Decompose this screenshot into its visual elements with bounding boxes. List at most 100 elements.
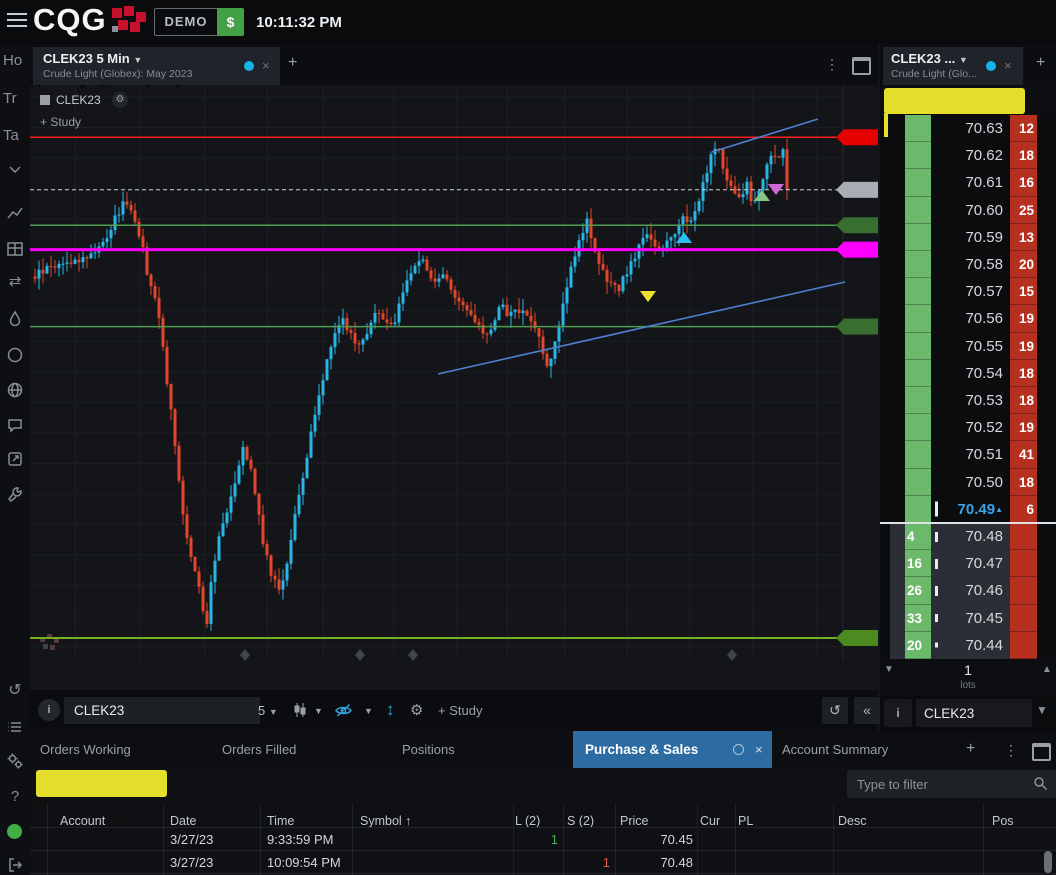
kebab-menu-icon[interactable]: ⋮ <box>825 56 839 73</box>
add-tab-button[interactable]: + <box>288 54 297 72</box>
chevron-down-icon[interactable] <box>6 160 24 178</box>
dom-bid-cell[interactable] <box>905 496 931 523</box>
table-scrollbar-thumb[interactable] <box>1044 851 1052 873</box>
info-icon[interactable]: i <box>38 699 60 721</box>
undo-button[interactable]: ↺ <box>822 697 848 724</box>
account-selector-button[interactable]: TS7280 DEMO ▼ <box>36 770 167 797</box>
price-levels[interactable] <box>30 137 843 638</box>
dom-bid-cell[interactable] <box>905 224 931 251</box>
dom-ask-cell[interactable]: 18 <box>1010 360 1037 387</box>
kebab-menu-icon[interactable]: ⋮ <box>1004 742 1018 759</box>
tab-positions[interactable]: Positions <box>402 731 455 768</box>
cell-time[interactable]: 10:09:54 PM <box>267 855 341 870</box>
globe-icon[interactable] <box>6 381 24 399</box>
vertical-scale-icon[interactable]: ↕ <box>386 700 395 720</box>
dom-bid-cell[interactable]: 20 <box>905 632 931 659</box>
dom-ask-cell[interactable]: 18 <box>1010 142 1037 169</box>
dom-price[interactable]: 70.56 <box>931 305 1003 332</box>
window-icon[interactable] <box>1032 743 1051 761</box>
dom-bid-cell[interactable] <box>905 469 931 496</box>
dom-bid-cell[interactable]: 26 <box>905 577 931 604</box>
dom-ask-cell[interactable]: 20 <box>1010 251 1037 278</box>
dom-ask-cell[interactable]: 13 <box>1010 224 1037 251</box>
cell-time[interactable]: 9:33:59 PM <box>267 832 334 847</box>
dom-ask-cell[interactable] <box>1010 550 1037 577</box>
dom-ask-cell[interactable]: 19 <box>1010 333 1037 360</box>
dom-bid-cell[interactable] <box>905 414 931 441</box>
dom-price[interactable]: 70.53 <box>931 387 1003 414</box>
column-header-account[interactable]: Account <box>60 814 105 828</box>
dom-price[interactable]: 70.57 <box>931 278 1003 305</box>
column-header-pos[interactable]: Pos <box>992 814 1014 828</box>
undo-icon[interactable]: ↺ <box>6 680 24 700</box>
chevron-down-icon[interactable]: ▼ <box>314 706 323 716</box>
order-quantity-value[interactable]: 1 <box>880 662 1056 678</box>
sidebar-item-home[interactable]: Ho <box>3 52 29 69</box>
tab-purchase-and-sales[interactable]: Purchase & Sales × <box>573 731 772 768</box>
dom-ask-cell[interactable]: 16 <box>1010 169 1037 196</box>
collapse-button[interactable]: « <box>854 697 880 724</box>
settings-gears-icon[interactable] <box>6 752 24 770</box>
cell-short-qty[interactable]: 1 <box>530 855 610 870</box>
sidebar-item-trade[interactable]: Tr <box>3 90 29 107</box>
external-link-icon[interactable] <box>6 450 24 468</box>
dom-bid-cell[interactable] <box>905 278 931 305</box>
dom-ask-cell[interactable]: 25 <box>1010 197 1037 224</box>
hamburger-menu-icon[interactable] <box>7 13 27 29</box>
column-header-s-2-[interactable]: S (2) <box>567 814 594 828</box>
help-icon[interactable]: ? <box>6 788 24 805</box>
dom-bid-cell[interactable] <box>905 360 931 387</box>
dom-ask-cell[interactable]: 19 <box>1010 305 1037 332</box>
dom-price[interactable]: 70.59 <box>931 224 1003 251</box>
dom-bid-cell[interactable] <box>905 115 931 142</box>
dom-price[interactable]: 70.44 <box>931 632 1003 659</box>
dom-price[interactable]: 70.55 <box>931 333 1003 360</box>
dom-price[interactable]: 70.61 <box>931 169 1003 196</box>
dom-ask-cell[interactable]: 12 <box>1010 115 1037 142</box>
column-header-pl[interactable]: PL <box>738 814 753 828</box>
chevron-down-icon[interactable]: ▼ <box>959 55 968 65</box>
eye-off-icon[interactable] <box>334 701 353 720</box>
chat-icon[interactable] <box>6 416 24 434</box>
dom-ask-cell[interactable] <box>1010 577 1037 604</box>
close-icon[interactable]: × <box>262 58 270 73</box>
chevron-down-icon[interactable]: ▼ <box>133 55 142 65</box>
dom-bid-cell[interactable] <box>905 142 931 169</box>
column-header-l-2-[interactable]: L (2) <box>515 814 540 828</box>
close-icon[interactable]: × <box>1004 58 1012 73</box>
tab-orders-working[interactable]: Orders Working <box>40 731 131 768</box>
dom-price[interactable]: 70.63 <box>931 115 1003 142</box>
column-header-date[interactable]: Date <box>170 814 196 828</box>
dom-price[interactable]: 70.54 <box>931 360 1003 387</box>
dom-bid-cell[interactable] <box>905 333 931 360</box>
column-header-symbol[interactable]: Symbol ↑ <box>360 814 411 828</box>
cell-date[interactable]: 3/27/23 <box>170 832 213 847</box>
dom-bid-cell[interactable] <box>905 387 931 414</box>
demo-mode-button[interactable]: DEMO <box>154 8 218 36</box>
dom-price[interactable]: 70.46 <box>931 577 1003 604</box>
list-icon[interactable] <box>6 718 24 736</box>
cell-date[interactable]: 3/27/23 <box>170 855 213 870</box>
swap-arrows-icon[interactable]: ⇄ <box>6 272 24 290</box>
filter-input[interactable] <box>847 770 1047 798</box>
tab-account-summary[interactable]: Account Summary <box>782 731 888 768</box>
column-header-cur[interactable]: Cur <box>700 814 720 828</box>
circle-icon[interactable] <box>6 346 24 364</box>
dom-price[interactable]: 70.50 <box>931 469 1003 496</box>
dom-bid-cell[interactable] <box>905 169 931 196</box>
dom-ask-cell[interactable]: 6 <box>1010 496 1037 523</box>
dom-bid-cell[interactable] <box>905 251 931 278</box>
ring-icon[interactable] <box>733 744 744 755</box>
sidebar-item-tables[interactable]: Ta <box>3 127 29 144</box>
close-icon[interactable]: × <box>755 731 763 768</box>
dom-ask-cell[interactable]: 18 <box>1010 469 1037 496</box>
tab-orders-filled[interactable]: Orders Filled <box>222 731 296 768</box>
dom-tab-clek23[interactable]: CLEK23 ... ▼ Crude Light (Glo... × <box>883 47 1023 85</box>
table-icon[interactable] <box>6 240 24 258</box>
chart-tab-clek23[interactable]: CLEK23 5 Min ▼ Crude Light (Globex): May… <box>33 47 280 85</box>
logout-icon[interactable] <box>6 856 24 874</box>
dom-bid-cell[interactable] <box>905 197 931 224</box>
dom-price[interactable]: 70.58 <box>931 251 1003 278</box>
droplet-icon[interactable] <box>6 310 24 328</box>
dom-price[interactable]: 70.51 <box>931 441 1003 468</box>
